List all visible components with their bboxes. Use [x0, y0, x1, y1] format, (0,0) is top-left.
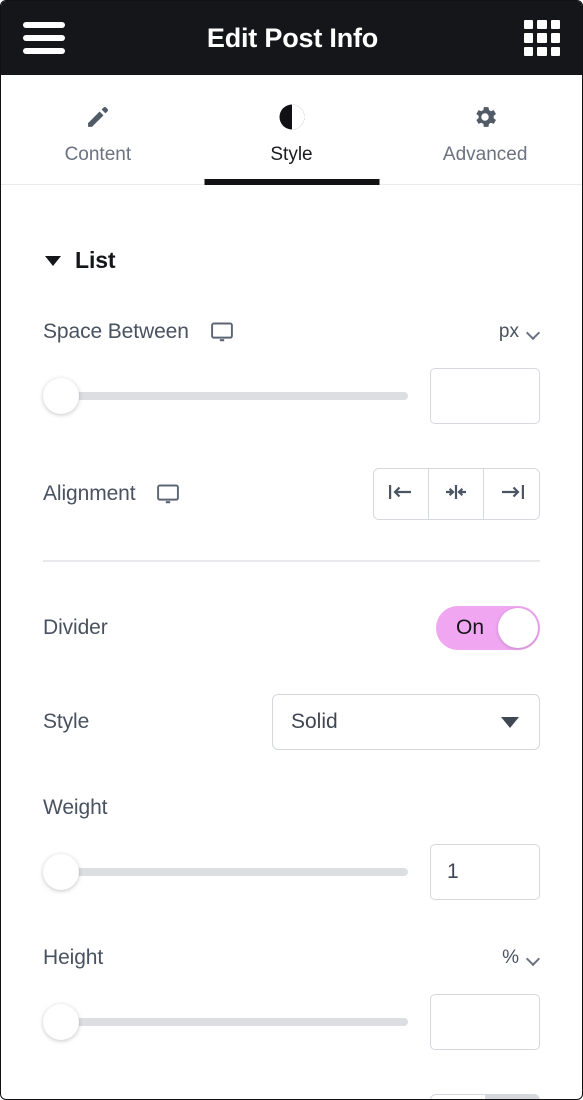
control-header: Alignment: [43, 468, 540, 520]
grid-cell: [524, 20, 534, 30]
slider-handle[interactable]: [43, 378, 79, 414]
slider-row: [43, 368, 540, 424]
edit-post-info-panel: Edit Post Info Content Style Advanced Li…: [0, 0, 583, 1100]
contrast-half-circle-icon: [277, 102, 307, 132]
control-header: Space Between px: [43, 318, 540, 346]
slider-track: [63, 868, 408, 876]
grid-cell: [524, 33, 534, 43]
align-right-icon: [498, 482, 526, 507]
space-between-input[interactable]: [430, 368, 540, 424]
grid-cell: [550, 46, 560, 56]
control-label: Divider: [43, 616, 108, 639]
control-header: Divider On: [43, 606, 540, 650]
desktop-monitor-icon[interactable]: [210, 322, 233, 343]
page-title: Edit Post Info: [206, 22, 379, 53]
hamburger-bar: [23, 48, 65, 54]
tab-advanced[interactable]: Advanced: [388, 75, 582, 184]
tab-label: Advanced: [442, 143, 528, 165]
hamburger-menu-icon[interactable]: [21, 20, 67, 56]
divider-toggle[interactable]: On: [436, 606, 540, 650]
weight-slider[interactable]: [43, 854, 408, 890]
control-label: Weight: [43, 796, 108, 819]
unit-label: px: [498, 321, 519, 342]
style-select[interactable]: Solid: [272, 694, 540, 750]
color-swatch-button[interactable]: [486, 1094, 540, 1099]
slider-track: [63, 392, 408, 400]
align-left-icon: [387, 482, 415, 507]
hamburger-bar: [23, 22, 65, 28]
section-header-list[interactable]: List: [43, 185, 540, 274]
align-right-button[interactable]: [484, 469, 539, 519]
tab-content[interactable]: Content: [1, 75, 195, 184]
apps-grid-icon[interactable]: [524, 20, 560, 56]
style-panel-body: List Space Between px Alignment Divider …: [1, 185, 582, 1099]
slider-row: 1: [43, 844, 540, 900]
slider-handle[interactable]: [43, 1004, 79, 1040]
gear-icon: [470, 102, 500, 132]
desktop-monitor-icon[interactable]: [157, 484, 180, 505]
control-header: Height %: [43, 944, 540, 972]
height-slider[interactable]: [43, 1004, 408, 1040]
control-weight: Weight 1: [43, 794, 540, 900]
chevron-down-icon: [527, 328, 540, 336]
control-alignment: Alignment: [43, 468, 540, 520]
slider-track: [63, 1018, 408, 1026]
tab-label: Style: [270, 143, 313, 165]
grid-cell: [524, 46, 534, 56]
control-label: Alignment: [43, 482, 136, 505]
control-height: Height %: [43, 944, 540, 1050]
unit-label: %: [502, 947, 519, 968]
control-divider: Divider On: [43, 606, 540, 650]
grid-cell: [537, 33, 547, 43]
alignment-button-group: [373, 468, 540, 520]
style-select-value: Solid: [291, 710, 338, 733]
control-label: Space Between: [43, 320, 189, 343]
section-divider-line: [43, 560, 540, 562]
control-header: Color: [43, 1094, 540, 1099]
control-header: Weight: [43, 794, 540, 822]
caret-down-icon: [501, 716, 519, 728]
grid-cell: [550, 33, 560, 43]
unit-selector-space-between[interactable]: px: [499, 321, 540, 343]
slider-row: [43, 994, 540, 1050]
section-title: List: [75, 247, 116, 273]
tab-label: Content: [64, 143, 132, 165]
tab-style[interactable]: Style: [195, 75, 389, 184]
grid-cell: [537, 46, 547, 56]
weight-input[interactable]: 1: [430, 844, 540, 900]
control-label: Style: [43, 710, 90, 733]
slider-handle[interactable]: [43, 854, 79, 890]
global-color-button[interactable]: [430, 1094, 486, 1099]
grid-cell: [537, 20, 547, 30]
control-header: Style Solid: [43, 694, 540, 750]
align-left-button[interactable]: [374, 469, 429, 519]
chevron-down-icon: [527, 954, 540, 962]
align-center-icon: [442, 482, 470, 507]
hamburger-bar: [23, 35, 65, 41]
pencil-icon: [83, 102, 113, 132]
grid-cell: [550, 20, 560, 30]
toggle-state-label: On: [456, 616, 485, 639]
height-input[interactable]: [430, 994, 540, 1050]
control-label: Height: [43, 946, 104, 969]
control-style: Style Solid: [43, 694, 540, 750]
top-bar: Edit Post Info: [1, 1, 582, 75]
control-color: Color: [43, 1094, 540, 1099]
control-space-between: Space Between px: [43, 318, 540, 424]
unit-selector-height[interactable]: %: [502, 947, 540, 969]
caret-down-icon: [45, 255, 61, 266]
align-center-button[interactable]: [429, 469, 484, 519]
color-picker-control: [430, 1094, 540, 1099]
space-between-slider[interactable]: [43, 378, 408, 414]
toggle-knob: [498, 608, 538, 648]
tab-bar: Content Style Advanced: [1, 75, 582, 185]
